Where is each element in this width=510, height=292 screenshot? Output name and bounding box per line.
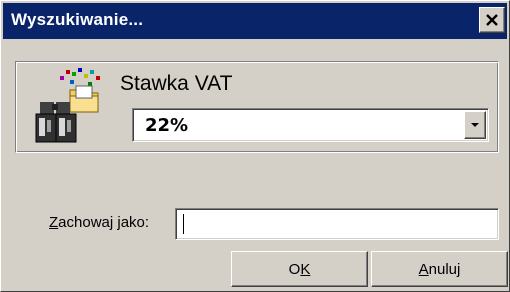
chevron-down-icon (471, 122, 479, 127)
save-as-mnemonic: Z (49, 214, 59, 231)
title-bar[interactable]: Wyszukiwanie... (3, 3, 507, 39)
save-as-label-text: achowaj jako: (58, 214, 150, 231)
cancel-button[interactable]: Anuluj (371, 251, 508, 287)
field-label: Stawka VAT (120, 72, 233, 95)
dropdown-selected-value: 22% (145, 115, 189, 136)
binoculars-search-icon (35, 68, 100, 143)
save-as-input[interactable] (175, 208, 499, 240)
search-field-group: Stawka VAT 22% (15, 61, 499, 153)
cancel-label-rest: nuluj (428, 260, 461, 278)
search-dialog: Wyszukiwanie... Stawka VAT 22% Zachowaj … (0, 0, 510, 292)
close-button[interactable] (479, 7, 505, 33)
ok-label-pre: O (288, 260, 301, 278)
window-title: Wyszukiwanie... (11, 10, 144, 29)
ok-button[interactable]: OK (231, 251, 368, 287)
dropdown-button[interactable] (464, 111, 486, 139)
cancel-mnemonic: A (418, 260, 429, 278)
save-as-label: Zachowaj jako: (49, 214, 149, 231)
text-cursor (183, 214, 184, 234)
ok-mnemonic: K (300, 260, 311, 278)
close-icon (486, 14, 498, 26)
vat-rate-dropdown[interactable]: 22% (132, 108, 489, 142)
